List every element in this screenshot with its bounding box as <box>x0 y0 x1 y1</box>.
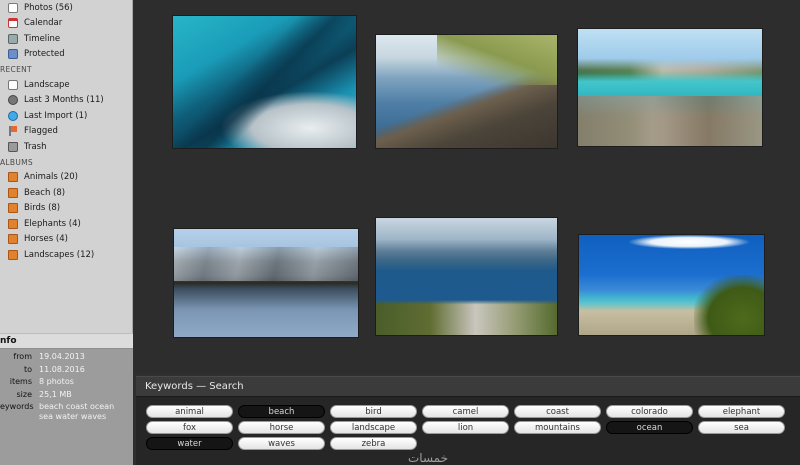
info-value: 25,1 MB <box>39 389 72 399</box>
sidebar-item-flagged[interactable]: Flagged <box>0 124 132 140</box>
keyword-pill-horse[interactable]: horse <box>238 421 325 434</box>
photo-thumbnail-bay[interactable] <box>375 217 558 336</box>
import-icon <box>8 110 18 121</box>
sidebar-item-label: Horses (4) <box>24 234 68 245</box>
info-panel-header: nfo <box>0 333 133 349</box>
keyword-pill-fox[interactable]: fox <box>146 421 233 434</box>
keyword-pill-water[interactable]: water <box>146 437 233 450</box>
keywords-panel-header: Keywords — Search <box>136 377 800 397</box>
trash-icon <box>8 141 18 152</box>
photo-thumbnail-sunny-beach[interactable] <box>578 234 765 336</box>
keyword-pill-ocean[interactable]: ocean <box>606 421 693 434</box>
keyword-pill-mountains[interactable]: mountains <box>514 421 601 434</box>
sidebar-item-label: Last Import (1) <box>24 110 88 121</box>
folder-icon <box>8 234 18 245</box>
sidebar-item-timeline[interactable]: Timeline <box>0 31 132 47</box>
keyword-pill-coast[interactable]: coast <box>514 405 601 418</box>
info-value: beach coast ocean sea water waves <box>39 402 115 421</box>
sidebar-item-calendar[interactable]: Calendar <box>0 16 132 32</box>
folder-icon <box>8 203 18 214</box>
folder-icon <box>8 187 18 198</box>
keyword-pill-landscape[interactable]: landscape <box>330 421 417 434</box>
protected-icon <box>8 49 18 60</box>
info-key: from <box>13 352 32 361</box>
sidebar-item-label: Birds (8) <box>24 203 61 214</box>
sidebar-item-label: Landscape <box>24 79 70 90</box>
sidebar-item-animals[interactable]: Animals (20) <box>0 170 132 186</box>
photos-icon <box>8 2 18 13</box>
albums-section-header: ALBUMS <box>0 157 33 167</box>
info-row-to: to 11.08.2016 <box>0 364 133 377</box>
info-value: 8 photos <box>39 377 74 386</box>
library-list: Photos (56) Calendar Timeline Protected <box>0 0 132 62</box>
timeline-icon <box>8 33 18 44</box>
folder-icon <box>8 172 18 183</box>
keyword-pill-sea[interactable]: sea <box>698 421 785 434</box>
sidebar-item-trash[interactable]: Trash <box>0 139 132 155</box>
photo-thumbnail-tropical-beach[interactable] <box>577 28 763 147</box>
keyword-pill-waves[interactable]: waves <box>238 437 325 450</box>
flag-icon <box>8 126 18 137</box>
info-value: 11.08.2016 <box>39 364 85 374</box>
sidebar-item-beach[interactable]: Beach (8) <box>0 185 132 201</box>
keyword-pill-camel[interactable]: camel <box>422 405 509 418</box>
sidebar-item-photos[interactable]: Photos (56) <box>0 0 132 16</box>
sidebar-item-birds[interactable]: Birds (8) <box>0 201 132 217</box>
photo-thumbnail-aerial-coast[interactable] <box>172 15 357 149</box>
info-row-size: size 25,1 MB <box>0 389 133 402</box>
keyword-pill-list: animal beach bird camel coast colorado elephan… <box>146 405 796 450</box>
info-value: 19.04.2013 <box>39 352 85 361</box>
keyword-pill-zebra[interactable]: zebra <box>330 437 417 450</box>
sidebar-item-landscape[interactable]: Landscape <box>0 77 132 93</box>
folder-icon <box>8 249 18 260</box>
clock-icon <box>8 95 18 106</box>
keyword-pill-lion[interactable]: lion <box>422 421 509 434</box>
keyword-pill-bird[interactable]: bird <box>330 405 417 418</box>
sidebar-item-label: Beach (8) <box>24 187 66 198</box>
info-row-keywords: eywords beach coast ocean sea water waves <box>0 401 133 422</box>
info-key: size <box>16 389 32 399</box>
sidebar-item-label: Flagged <box>24 126 58 137</box>
keyword-pill-colorado[interactable]: colorado <box>606 405 693 418</box>
info-key: to <box>23 364 32 374</box>
sidebar-item-label: Calendar <box>24 18 63 29</box>
sidebar-item-label: Protected <box>24 49 65 60</box>
photo-thumbnail-mountain-lake[interactable] <box>173 228 359 338</box>
sidebar-item-label: Photos (56) <box>24 2 73 13</box>
sidebar-item-label: Trash <box>24 141 47 152</box>
recent-section-header: RECENT <box>0 65 32 74</box>
keyword-pill-animal[interactable]: animal <box>146 405 233 418</box>
albums-list: Animals (20) Beach (8) Birds (8) Elephan… <box>0 170 132 263</box>
keywords-panel: Keywords — Search animal beach bird camel co… <box>136 376 800 465</box>
sidebar-item-label: Animals (20) <box>24 172 78 183</box>
info-key: items <box>9 377 32 386</box>
sidebar-item-last-3-months[interactable]: Last 3 Months (11) <box>0 93 132 109</box>
calendar-icon <box>8 18 18 29</box>
sidebar-item-landscapes[interactable]: Landscapes (12) <box>0 247 132 263</box>
keyword-pill-beach[interactable]: beach <box>238 405 325 418</box>
info-row-items: items 8 photos <box>0 376 133 389</box>
photo-grid <box>134 0 800 373</box>
watermark: خمسات <box>407 451 448 465</box>
sidebar-item-last-import[interactable]: Last Import (1) <box>0 108 132 124</box>
sidebar-item-label: Landscapes (12) <box>24 249 95 260</box>
folder-icon <box>8 218 18 229</box>
sidebar-item-label: Elephants (4) <box>24 218 81 229</box>
info-panel: nfo from 19.04.2013 to 11.08.2016 items 8 p… <box>0 333 133 465</box>
recent-list: Landscape Last 3 Months (11) Last Import… <box>0 77 132 155</box>
landscape-icon <box>8 79 18 90</box>
info-row-from: from 19.04.2013 <box>0 351 133 364</box>
sidebar: Photos (56) Calendar Timeline Protected … <box>0 0 133 465</box>
sidebar-item-label: Last 3 Months (11) <box>24 95 104 106</box>
photo-thumbnail-rocky-shore[interactable] <box>375 34 558 149</box>
sidebar-item-elephants[interactable]: Elephants (4) <box>0 216 132 232</box>
sidebar-item-horses[interactable]: Horses (4) <box>0 232 132 248</box>
info-key: eywords <box>0 402 34 411</box>
sidebar-item-label: Timeline <box>24 33 61 44</box>
keyword-pill-elephant[interactable]: elephant <box>698 405 785 418</box>
sidebar-item-protected[interactable]: Protected <box>0 47 132 63</box>
